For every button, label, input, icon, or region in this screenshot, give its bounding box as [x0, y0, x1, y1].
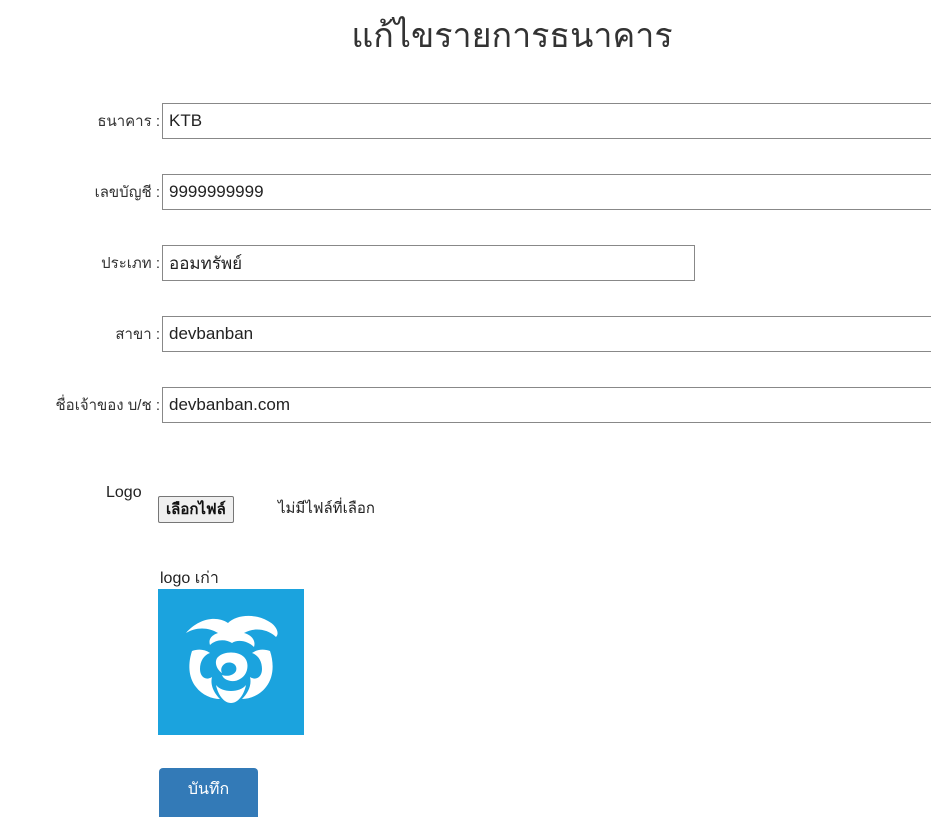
- save-button[interactable]: บันทึก: [159, 768, 258, 817]
- page-title: แก้ไขรายการธนาคาร: [351, 17, 673, 55]
- old-logo-label: logo เก่า: [160, 570, 219, 587]
- account-number-input[interactable]: [162, 174, 931, 210]
- old-logo-image: [158, 589, 304, 735]
- krungthai-bank-logo-icon: [186, 615, 278, 703]
- edit-bank-page: แก้ไขรายการธนาคาร ธนาคาร : เลขบัญชี : ปร…: [0, 0, 931, 817]
- owner-input[interactable]: [162, 387, 931, 423]
- owner-label: ชื่อเจ้าของ บ/ช :: [55, 397, 161, 414]
- account-type-input[interactable]: [162, 245, 695, 281]
- branch-input[interactable]: [162, 316, 931, 352]
- choose-file-button[interactable]: เลือกไฟล์: [158, 496, 234, 523]
- account-type-label: ประเภท :: [101, 255, 160, 272]
- file-status-text: ไม่มีไฟล์ที่เลือก: [278, 500, 375, 517]
- branch-label: สาขา :: [115, 326, 160, 343]
- bank-input[interactable]: [162, 103, 931, 139]
- bank-label: ธนาคาร :: [97, 113, 160, 130]
- logo-label: Logo: [106, 484, 142, 501]
- account-number-label: เลขบัญชี :: [94, 184, 160, 201]
